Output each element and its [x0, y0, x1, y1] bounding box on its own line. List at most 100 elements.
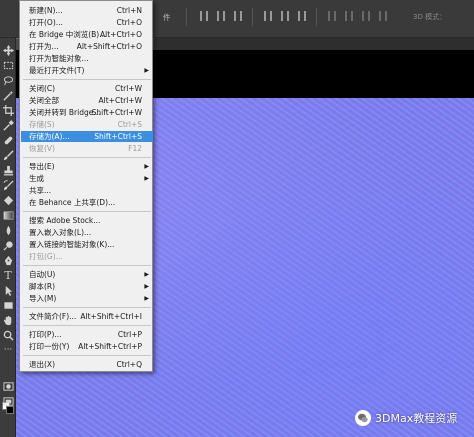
menu-item-generate[interactable]: 生成 ▶: [21, 173, 153, 184]
bandage-icon[interactable]: [2, 134, 14, 146]
menu-item-open-as[interactable]: 打开为... Alt+Shift+Ctrl+O: [21, 41, 153, 52]
move-icon[interactable]: [2, 44, 14, 56]
marquee-icon[interactable]: [2, 59, 14, 71]
magic-wand-icon[interactable]: [2, 89, 14, 101]
divider: [186, 8, 187, 26]
menu-item-place-embedded[interactable]: 置入嵌入对象(L)...: [21, 227, 153, 238]
align-top-icon[interactable]: [264, 11, 272, 21]
menu-item-label: 存储为(A)...: [29, 132, 70, 141]
distribute-horizontal-icon[interactable]: [379, 11, 387, 21]
menu-item-label: 在 Bridge 中浏览(B)...: [29, 30, 107, 39]
align-left-icon[interactable]: [200, 11, 208, 21]
menu-item-close-all[interactable]: 关闭全部 Alt+Ctrl+W: [21, 95, 153, 106]
menu-item-label: 关闭(C): [29, 84, 56, 93]
quick-mask-icon[interactable]: [2, 380, 14, 392]
dodge-icon[interactable]: [2, 239, 14, 251]
menu-item-close-and-go-to-bridge[interactable]: 关闭并转到 Bridge... Shift+Ctrl+W: [21, 107, 153, 118]
menu-item-label: 打包(G)...: [29, 252, 63, 261]
menu-item-shortcut: Shift+Ctrl+S: [94, 132, 142, 141]
menu-item-open-as-smart-object[interactable]: 打开为智能对象...: [21, 53, 153, 64]
history-brush-icon[interactable]: [2, 179, 14, 191]
ellipsis-icon[interactable]: ···: [2, 344, 14, 356]
submenu-arrow-icon: ▶: [144, 271, 149, 278]
menu-item-label: 打印(P)...: [29, 330, 62, 339]
menu-item-place-linked[interactable]: 置入链接的智能对象(K)...: [21, 239, 153, 250]
menu-item-shortcut: Ctrl+W: [114, 84, 142, 93]
menu-item-print-one-copy[interactable]: 打印一份(Y) Alt+Shift+Ctrl+P: [21, 341, 153, 352]
menu-item-label: 新建(N)...: [29, 6, 63, 15]
align-center-icon[interactable]: [217, 11, 225, 21]
menu-item-save-as[interactable]: 存储为(A)... Shift+Ctrl+S: [21, 131, 153, 142]
menu-item-share[interactable]: 共享...: [21, 185, 153, 196]
stamp-icon[interactable]: [2, 164, 14, 176]
rectangle-icon[interactable]: [2, 299, 14, 311]
tools-panel: T ···: [0, 38, 16, 437]
menu-item-share-on-behance[interactable]: 在 Behance 上共享(D)...: [21, 197, 153, 208]
menu-item-label: 文件简介(F)...: [29, 312, 77, 321]
menu-item-label: 搜索 Adobe Stock...: [29, 216, 101, 225]
menu-item-save[interactable]: 存储(S) Ctrl+S: [21, 119, 153, 130]
gradient-icon[interactable]: [2, 209, 14, 221]
menu-separator: [23, 355, 151, 356]
distribute-bottom-icon[interactable]: [362, 11, 370, 21]
screen-mode-icon[interactable]: [2, 395, 14, 407]
menu-item-label: 置入链接的智能对象(K)...: [29, 240, 115, 249]
blur-icon[interactable]: [2, 224, 14, 236]
menu-item-export[interactable]: 导出(E) ▶: [21, 161, 153, 172]
menu-item-shortcut: Ctrl+S: [117, 120, 142, 129]
menu-item-shortcut: Shift+Ctrl+W: [91, 108, 142, 117]
menu-item-close[interactable]: 关闭(C) Ctrl+W: [21, 83, 153, 94]
menu-separator: [23, 307, 151, 308]
eyedropper-icon[interactable]: [2, 119, 14, 131]
watermark: 3DMax教程资源: [355, 409, 457, 427]
arrow-icon[interactable]: [2, 284, 14, 296]
distribute-middle-icon[interactable]: [345, 11, 353, 21]
3d-mode-label: 3D 模式：: [413, 13, 447, 21]
divider: [316, 8, 317, 26]
menu-item-exit[interactable]: 退出(X) Ctrl+Q: [21, 359, 153, 370]
distribute-top-icon[interactable]: [328, 11, 336, 21]
menu-item-search-adobe-stock[interactable]: 搜索 Adobe Stock...: [21, 215, 153, 226]
menu-item-automate[interactable]: 自动(U) ▶: [21, 269, 153, 280]
submenu-arrow-icon: ▶: [144, 283, 149, 290]
submenu-arrow-icon: ▶: [144, 163, 149, 170]
menu-item-package[interactable]: 打包(G)...: [21, 251, 153, 262]
crop-icon[interactable]: [2, 104, 14, 116]
lasso-icon[interactable]: [2, 74, 14, 86]
menu-separator: [23, 325, 151, 326]
menu-item-shortcut: F12: [128, 144, 142, 153]
menu-item-shortcut: Ctrl+Q: [116, 360, 142, 369]
menu-item-label: 关闭并转到 Bridge...: [29, 108, 101, 117]
menu-item-scripts[interactable]: 脚本(R) ▶: [21, 281, 153, 292]
menu-item-file-info[interactable]: 文件简介(F)... Alt+Shift+Ctrl+I: [21, 311, 153, 322]
menu-item-label: 打印一份(Y): [29, 342, 70, 351]
align-middle-icon[interactable]: [281, 11, 289, 21]
menu-item-label: 自动(U): [29, 270, 56, 279]
menu-separator: [23, 157, 151, 158]
brush-icon[interactable]: [2, 149, 14, 161]
hand-icon[interactable]: [2, 314, 14, 326]
menu-item-shortcut: Alt+Shift+Ctrl+P: [78, 342, 142, 351]
submenu-arrow-icon: ▶: [144, 295, 149, 302]
align-bottom-icon[interactable]: [298, 11, 306, 21]
menu-item-import[interactable]: 导入(M) ▶: [21, 293, 153, 304]
menu-item-label: 退出(X): [29, 360, 55, 369]
submenu-arrow-icon: ▶: [144, 175, 149, 182]
align-right-icon[interactable]: [234, 11, 242, 21]
menu-item-revert[interactable]: 恢复(V) F12: [21, 143, 153, 154]
menu-item-open[interactable]: 打开(O)... Ctrl+O: [21, 17, 153, 28]
menu-separator: [23, 79, 151, 80]
pen-icon[interactable]: [2, 254, 14, 266]
menu-item-shortcut: Ctrl+P: [117, 330, 142, 339]
zoom-icon[interactable]: [2, 329, 14, 341]
menu-item-open-recent[interactable]: 最近打开文件(T) ▶: [21, 65, 153, 76]
menu-item-new[interactable]: 新建(N)... Ctrl+N: [21, 5, 153, 16]
menu-item-label: 打开(O)...: [29, 18, 63, 27]
submenu-arrow-icon: ▶: [144, 67, 149, 74]
menu-item-browse-in-bridge[interactable]: 在 Bridge 中浏览(B)... Alt+Ctrl+O: [21, 29, 153, 40]
type-icon[interactable]: T: [2, 269, 14, 281]
menu-item-shortcut: Ctrl+N: [116, 6, 142, 15]
background-color-swatch[interactable]: [6, 406, 14, 414]
eraser-icon[interactable]: [2, 194, 14, 206]
menu-item-print[interactable]: 打印(P)... Ctrl+P: [21, 329, 153, 340]
